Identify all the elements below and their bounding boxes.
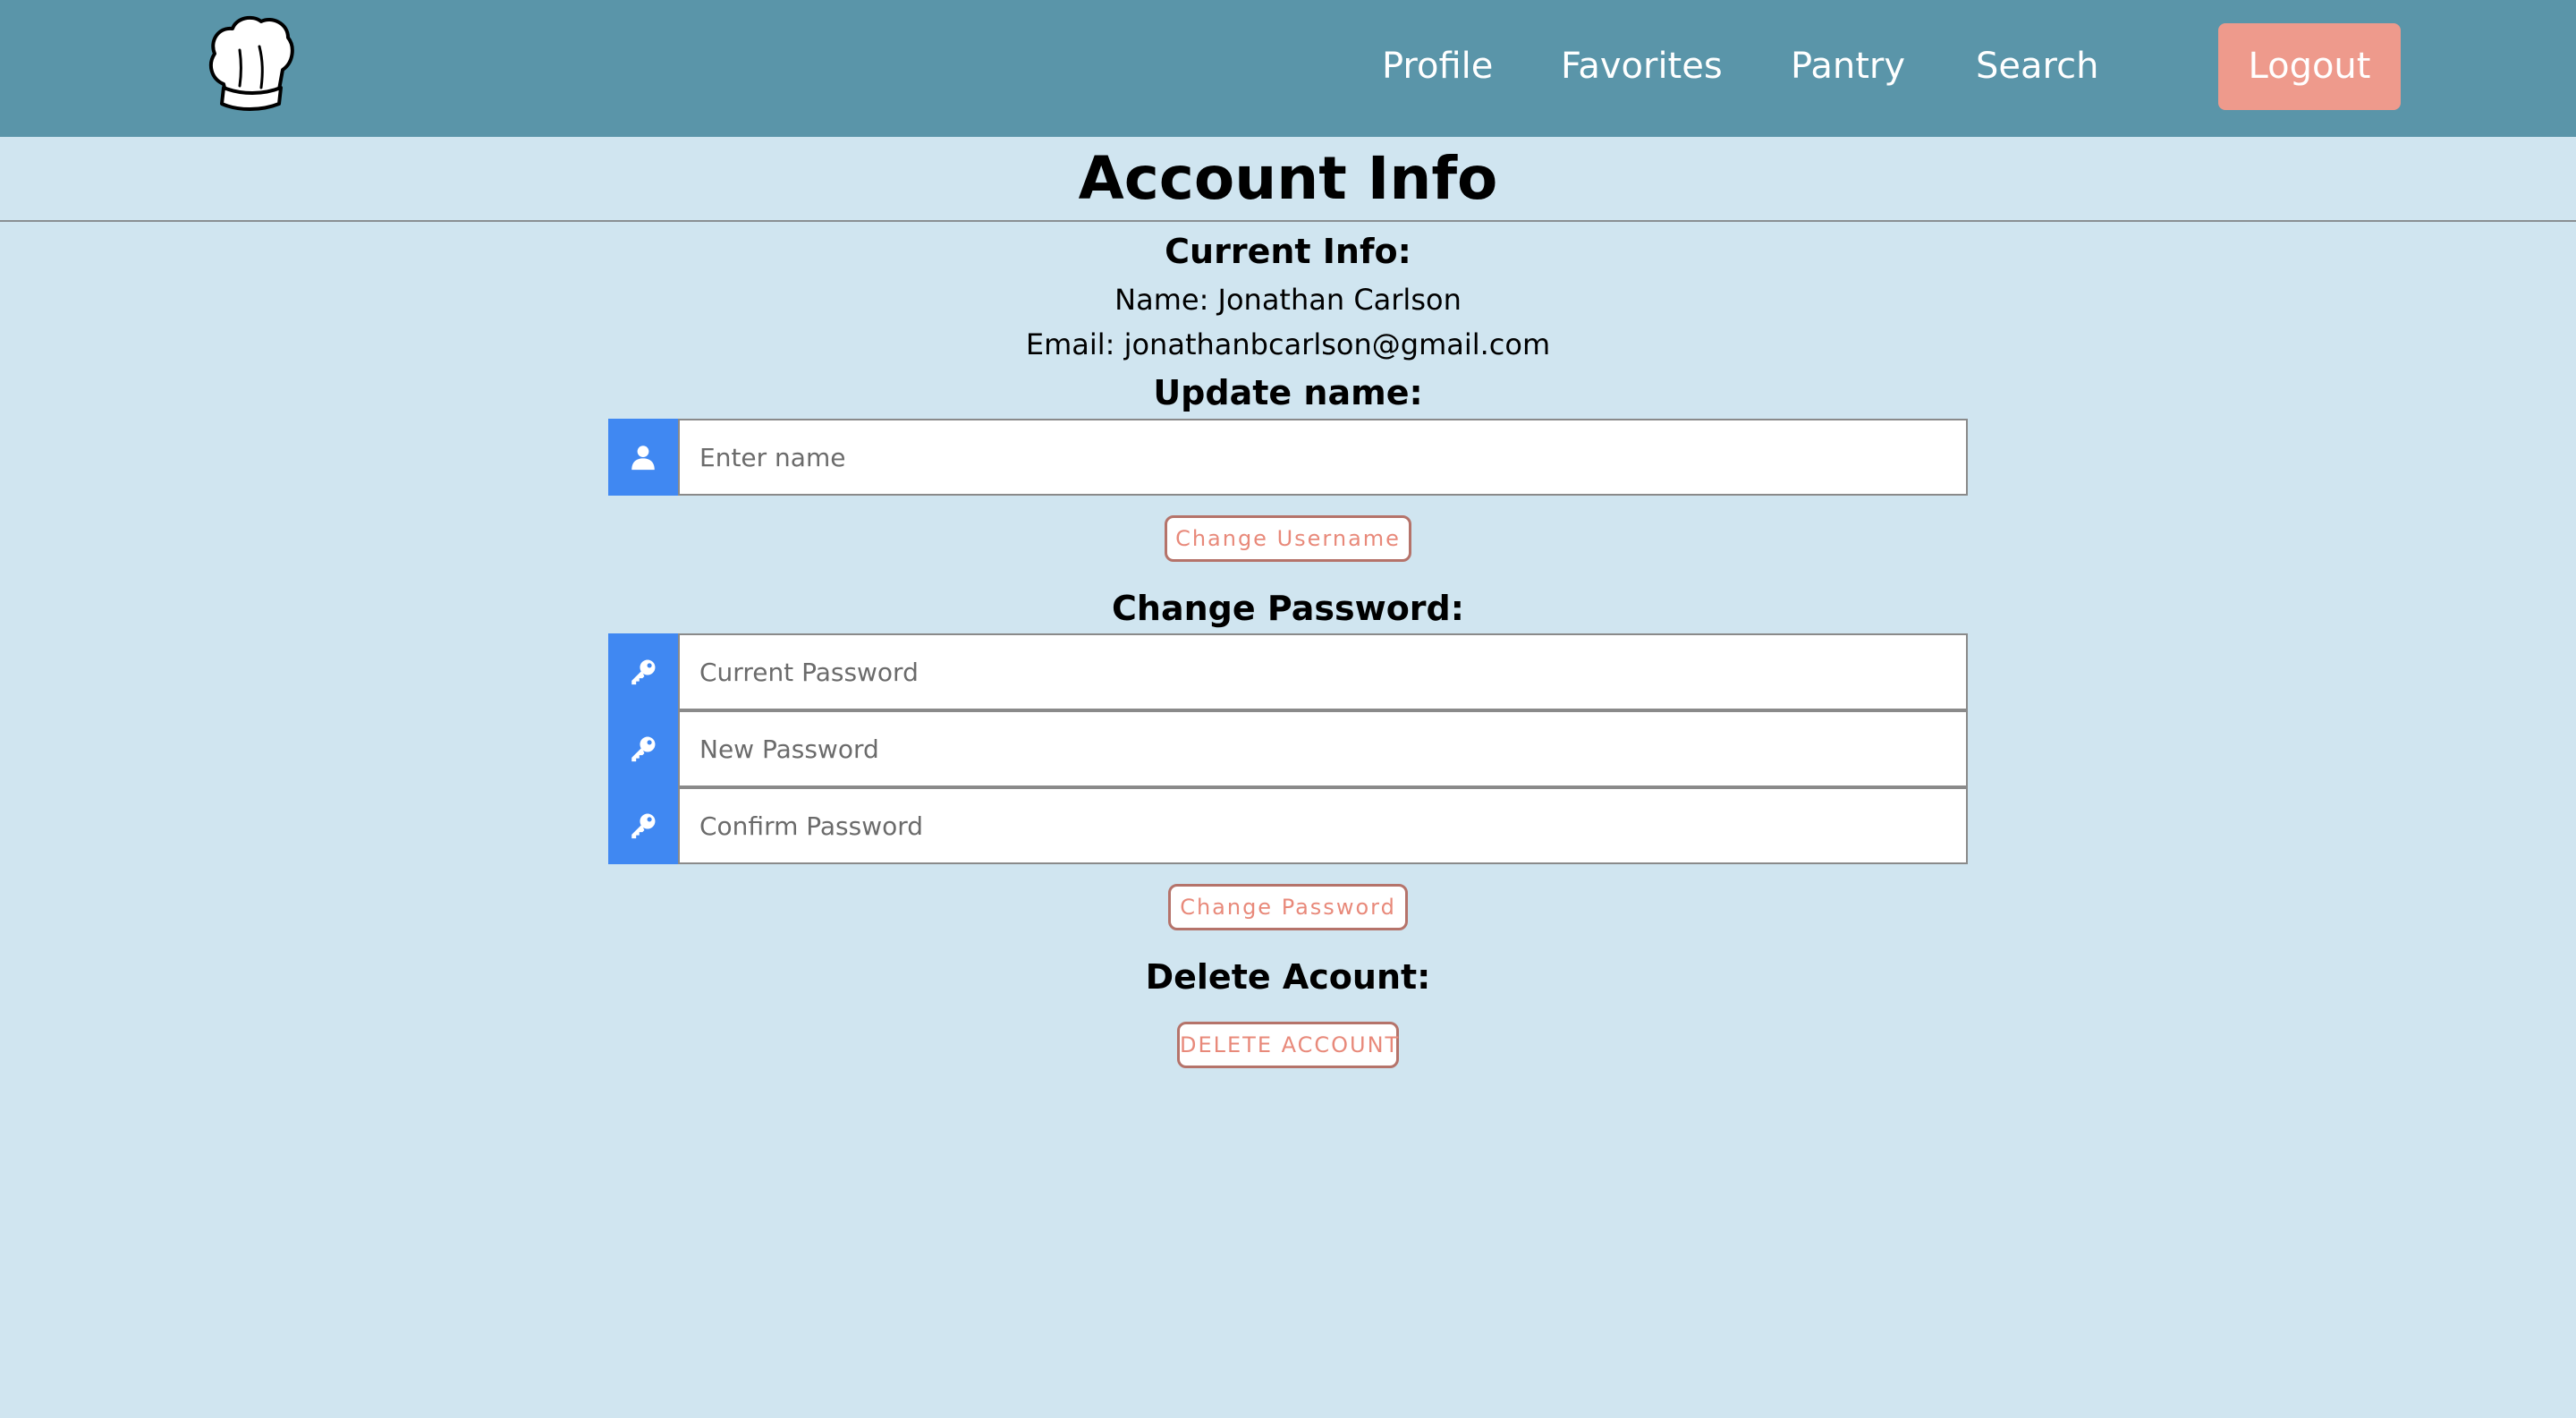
user-icon [608,419,678,496]
name-input-row [608,419,1968,496]
current-password-input[interactable] [678,633,1968,710]
change-password-heading: Change Password: [1112,589,1464,628]
nav-pantry-link[interactable]: Pantry [1791,41,1905,91]
key-icon [608,710,678,787]
nav-profile-link[interactable]: Profile [1382,41,1493,91]
delete-account-heading: Delete Acount: [1145,957,1431,997]
nav-favorites-link[interactable]: Favorites [1561,41,1723,91]
name-input[interactable] [678,419,1968,496]
confirm-password-input[interactable] [678,787,1968,864]
change-username-button[interactable]: Change Username [1165,515,1411,562]
chef-hat-icon[interactable] [206,14,295,111]
logout-button[interactable]: Logout [2218,23,2401,110]
confirm-password-row [608,787,1968,864]
key-icon [608,633,678,710]
current-info-heading: Current Info: [1165,232,1411,271]
current-name-text: Name: Jonathan Carlson [1114,283,1462,317]
change-password-button[interactable]: Change Password [1168,884,1408,930]
delete-account-button[interactable]: DELETE ACCOUNT [1177,1022,1399,1068]
title-divider [0,220,2576,222]
navbar: Profile Favorites Pantry Search Logout [0,0,2576,137]
current-email-text: Email: jonathanbcarlson@gmail.com [1025,327,1551,361]
page-title: Account Info [1078,144,1498,213]
nav-search-link[interactable]: Search [1976,41,2098,91]
update-name-heading: Update name: [1153,373,1423,412]
new-password-input[interactable] [678,710,1968,787]
current-password-row [608,633,1968,710]
new-password-row [608,710,1968,787]
key-icon [608,787,678,864]
